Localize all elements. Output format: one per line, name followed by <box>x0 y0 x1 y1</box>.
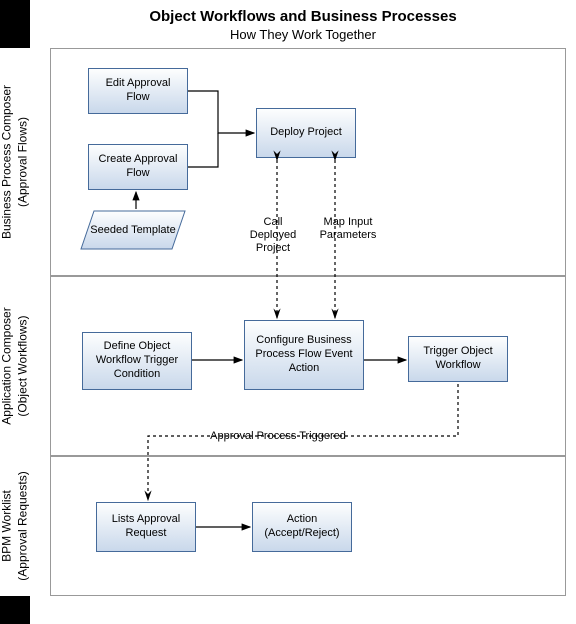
diagram-subtitle: How They Work Together <box>30 25 576 50</box>
label-call-deployed: Call Deployed Project <box>243 216 303 256</box>
swimlane-label-app: Application Composer(Object Workflows) <box>0 276 30 456</box>
diagram-title: Object Workflows and Business Processes <box>30 0 576 25</box>
box-edit-approval: Edit Approval Flow <box>88 68 188 114</box>
label-map-input: Map Input Parameters <box>313 216 383 242</box>
box-create-approval: Create Approval Flow <box>88 144 188 190</box>
box-configure-bpf: Configure Business Process Flow Event Ac… <box>244 320 364 390</box>
swimlane-label-bpm: BPM Worklist(Approval Requests) <box>0 456 30 596</box>
box-seeded-template: Seeded Template <box>80 210 186 250</box>
swimlane-label-bpc: Business Process Composer(Approval Flows… <box>0 48 30 276</box>
diagram-canvas: Object Workflows and Business Processes … <box>30 0 576 624</box>
box-trigger-workflow: Trigger Object Workflow <box>408 336 508 382</box>
box-define-trigger: Define Object Workflow Trigger Condition <box>82 332 192 390</box>
box-lists-approval: Lists Approval Request <box>96 502 196 552</box>
label-approval-triggered: Approval Process Triggered <box>188 430 368 443</box>
box-deploy-project: Deploy Project <box>256 108 356 158</box>
box-action-accept: Action (Accept/Reject) <box>252 502 352 552</box>
